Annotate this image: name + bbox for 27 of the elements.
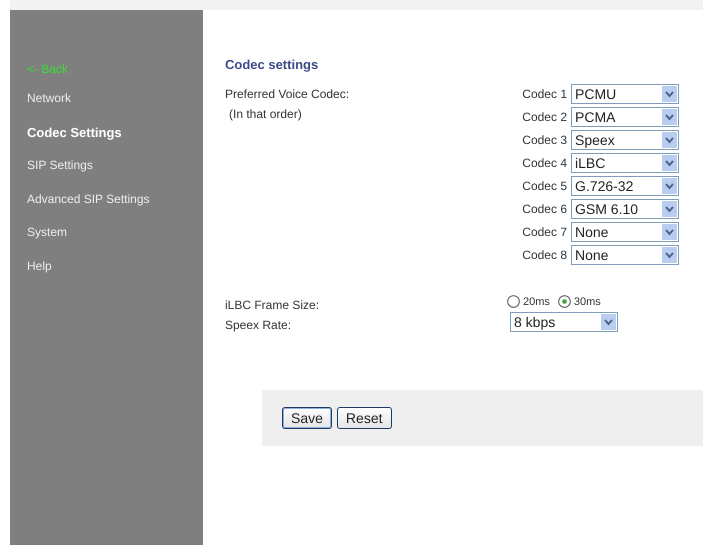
codec-label: Codec 2 — [521, 110, 567, 124]
reset-button[interactable]: Reset — [336, 407, 392, 429]
codec-dropdown[interactable]: PCMU — [571, 84, 679, 104]
codec-dropdown[interactable]: iLBC — [571, 153, 679, 173]
codec-dropdown[interactable]: None — [571, 222, 679, 242]
field-label: Speex Rate: — [225, 317, 292, 334]
radio-option[interactable]: 20ms — [507, 295, 550, 308]
codec-label: Codec 4 — [521, 156, 567, 170]
codec-label: Codec 7 — [521, 225, 567, 239]
radio-option[interactable]: 30ms — [558, 295, 601, 308]
codec-label: Codec 8 — [521, 248, 567, 262]
codec-label: Codec 3 — [521, 133, 567, 147]
codec-dropdown[interactable]: Speex — [571, 130, 679, 150]
codec-label: Codec 6 — [521, 202, 567, 216]
field-label: Preferred Voice Codec: — [225, 86, 350, 103]
field-label: iLBC Frame Size: — [225, 297, 320, 314]
codec-label: Codec 5 — [521, 179, 567, 193]
codec-dropdown[interactable]: GSM 6.10 — [571, 199, 679, 219]
codec-dropdown[interactable]: None — [571, 245, 679, 265]
codec-dropdown[interactable]: G.726-32 — [571, 176, 679, 196]
codec-dropdown[interactable]: PCMA — [571, 107, 679, 127]
speex-rate-dropdown[interactable]: 8 kbps — [510, 312, 618, 332]
codec-label: Codec 1 — [521, 87, 567, 101]
nav-link[interactable]: Codec Settings — [27, 116, 122, 149]
save-button[interactable]: Save — [282, 407, 332, 429]
section-heading: Codec settings — [225, 57, 320, 72]
note-text: (In that order) — [228, 106, 303, 123]
